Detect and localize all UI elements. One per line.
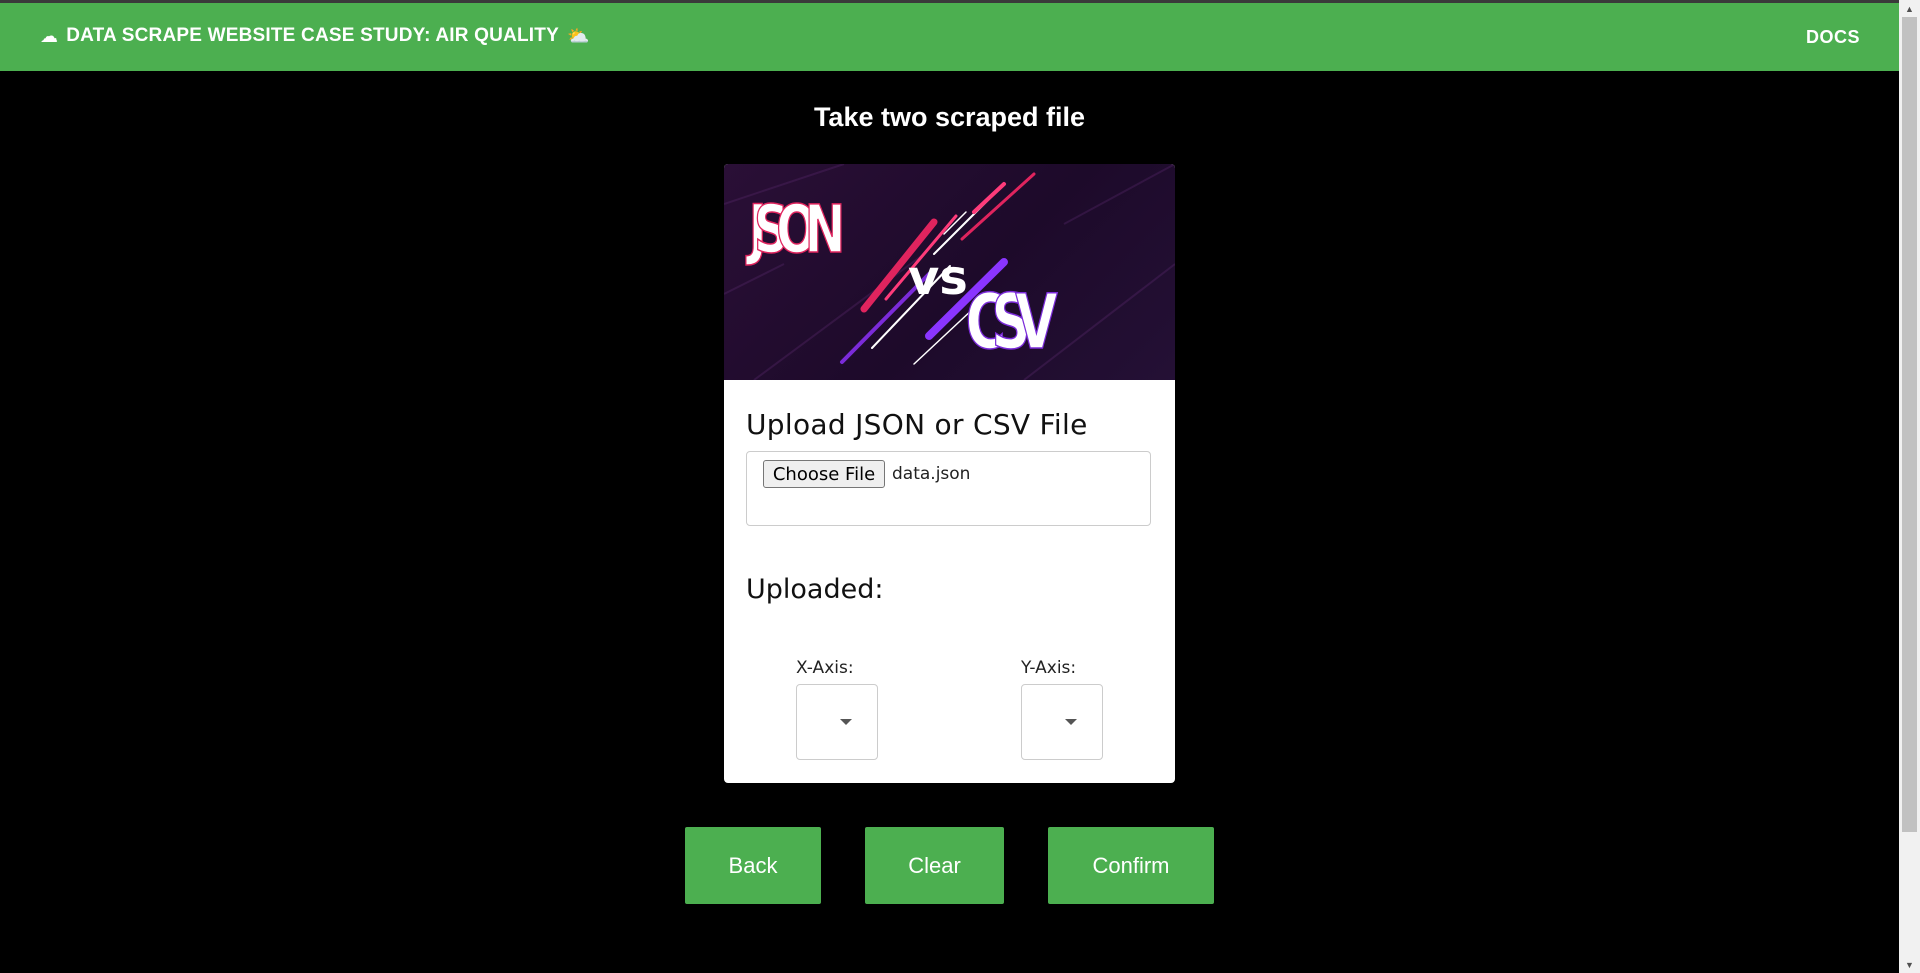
- banner-vs-text: vs: [908, 250, 968, 306]
- banner-csv-text: CSV: [966, 278, 1058, 366]
- json-vs-csv-banner: JSON vs CSV: [724, 164, 1175, 380]
- banner-json-text: JSON: [745, 192, 845, 269]
- y-axis-control: Y-Axis:: [1021, 658, 1103, 760]
- selected-file-name: data.json: [892, 464, 971, 484]
- clear-button[interactable]: Clear: [865, 827, 1004, 904]
- cloud-icon: ☁: [40, 25, 59, 46]
- scroll-down-icon[interactable]: ▼: [1899, 956, 1920, 973]
- scroll-up-icon[interactable]: ▲: [1899, 0, 1920, 17]
- app-title: DATA SCRAPE WEBSITE CASE STUDY: AIR QUAL…: [66, 25, 559, 46]
- choose-file-button[interactable]: Choose File: [763, 460, 885, 488]
- y-axis-select[interactable]: [1021, 684, 1103, 760]
- chevron-down-icon: [1065, 719, 1077, 725]
- confirm-button[interactable]: Confirm: [1048, 827, 1214, 904]
- back-button[interactable]: Back: [685, 827, 821, 904]
- chevron-down-icon: [840, 719, 852, 725]
- x-axis-control: X-Axis:: [796, 658, 878, 760]
- docs-link[interactable]: DOCS: [1806, 27, 1860, 48]
- file-upload-field[interactable]: Choose File data.json: [746, 451, 1151, 526]
- app-brand[interactable]: ☁ DATA SCRAPE WEBSITE CASE STUDY: AIR QU…: [40, 25, 590, 47]
- upload-card: JSON vs CSV Upload JSON or CSV File Choo…: [724, 164, 1175, 783]
- x-axis-label: X-Axis:: [796, 658, 854, 678]
- y-axis-label: Y-Axis:: [1021, 658, 1077, 678]
- app-viewport: ☁ DATA SCRAPE WEBSITE CASE STUDY: AIR QU…: [0, 0, 1920, 973]
- upload-heading: Upload JSON or CSV File: [746, 408, 1088, 441]
- x-axis-select[interactable]: [796, 684, 878, 760]
- uploaded-heading: Uploaded:: [746, 574, 884, 605]
- banner-graphic: JSON vs CSV: [724, 164, 1175, 380]
- page-title: Take two scraped file: [813, 102, 1086, 132]
- vertical-scrollbar[interactable]: ▲ ▼: [1899, 0, 1920, 973]
- upload-form: Upload JSON or CSV File Choose File data…: [724, 408, 1175, 605]
- scrollbar-thumb[interactable]: [1902, 17, 1917, 832]
- app-header: ☁ DATA SCRAPE WEBSITE CASE STUDY: AIR QU…: [0, 0, 1899, 71]
- sun-behind-cloud-icon: ⛅: [566, 25, 590, 46]
